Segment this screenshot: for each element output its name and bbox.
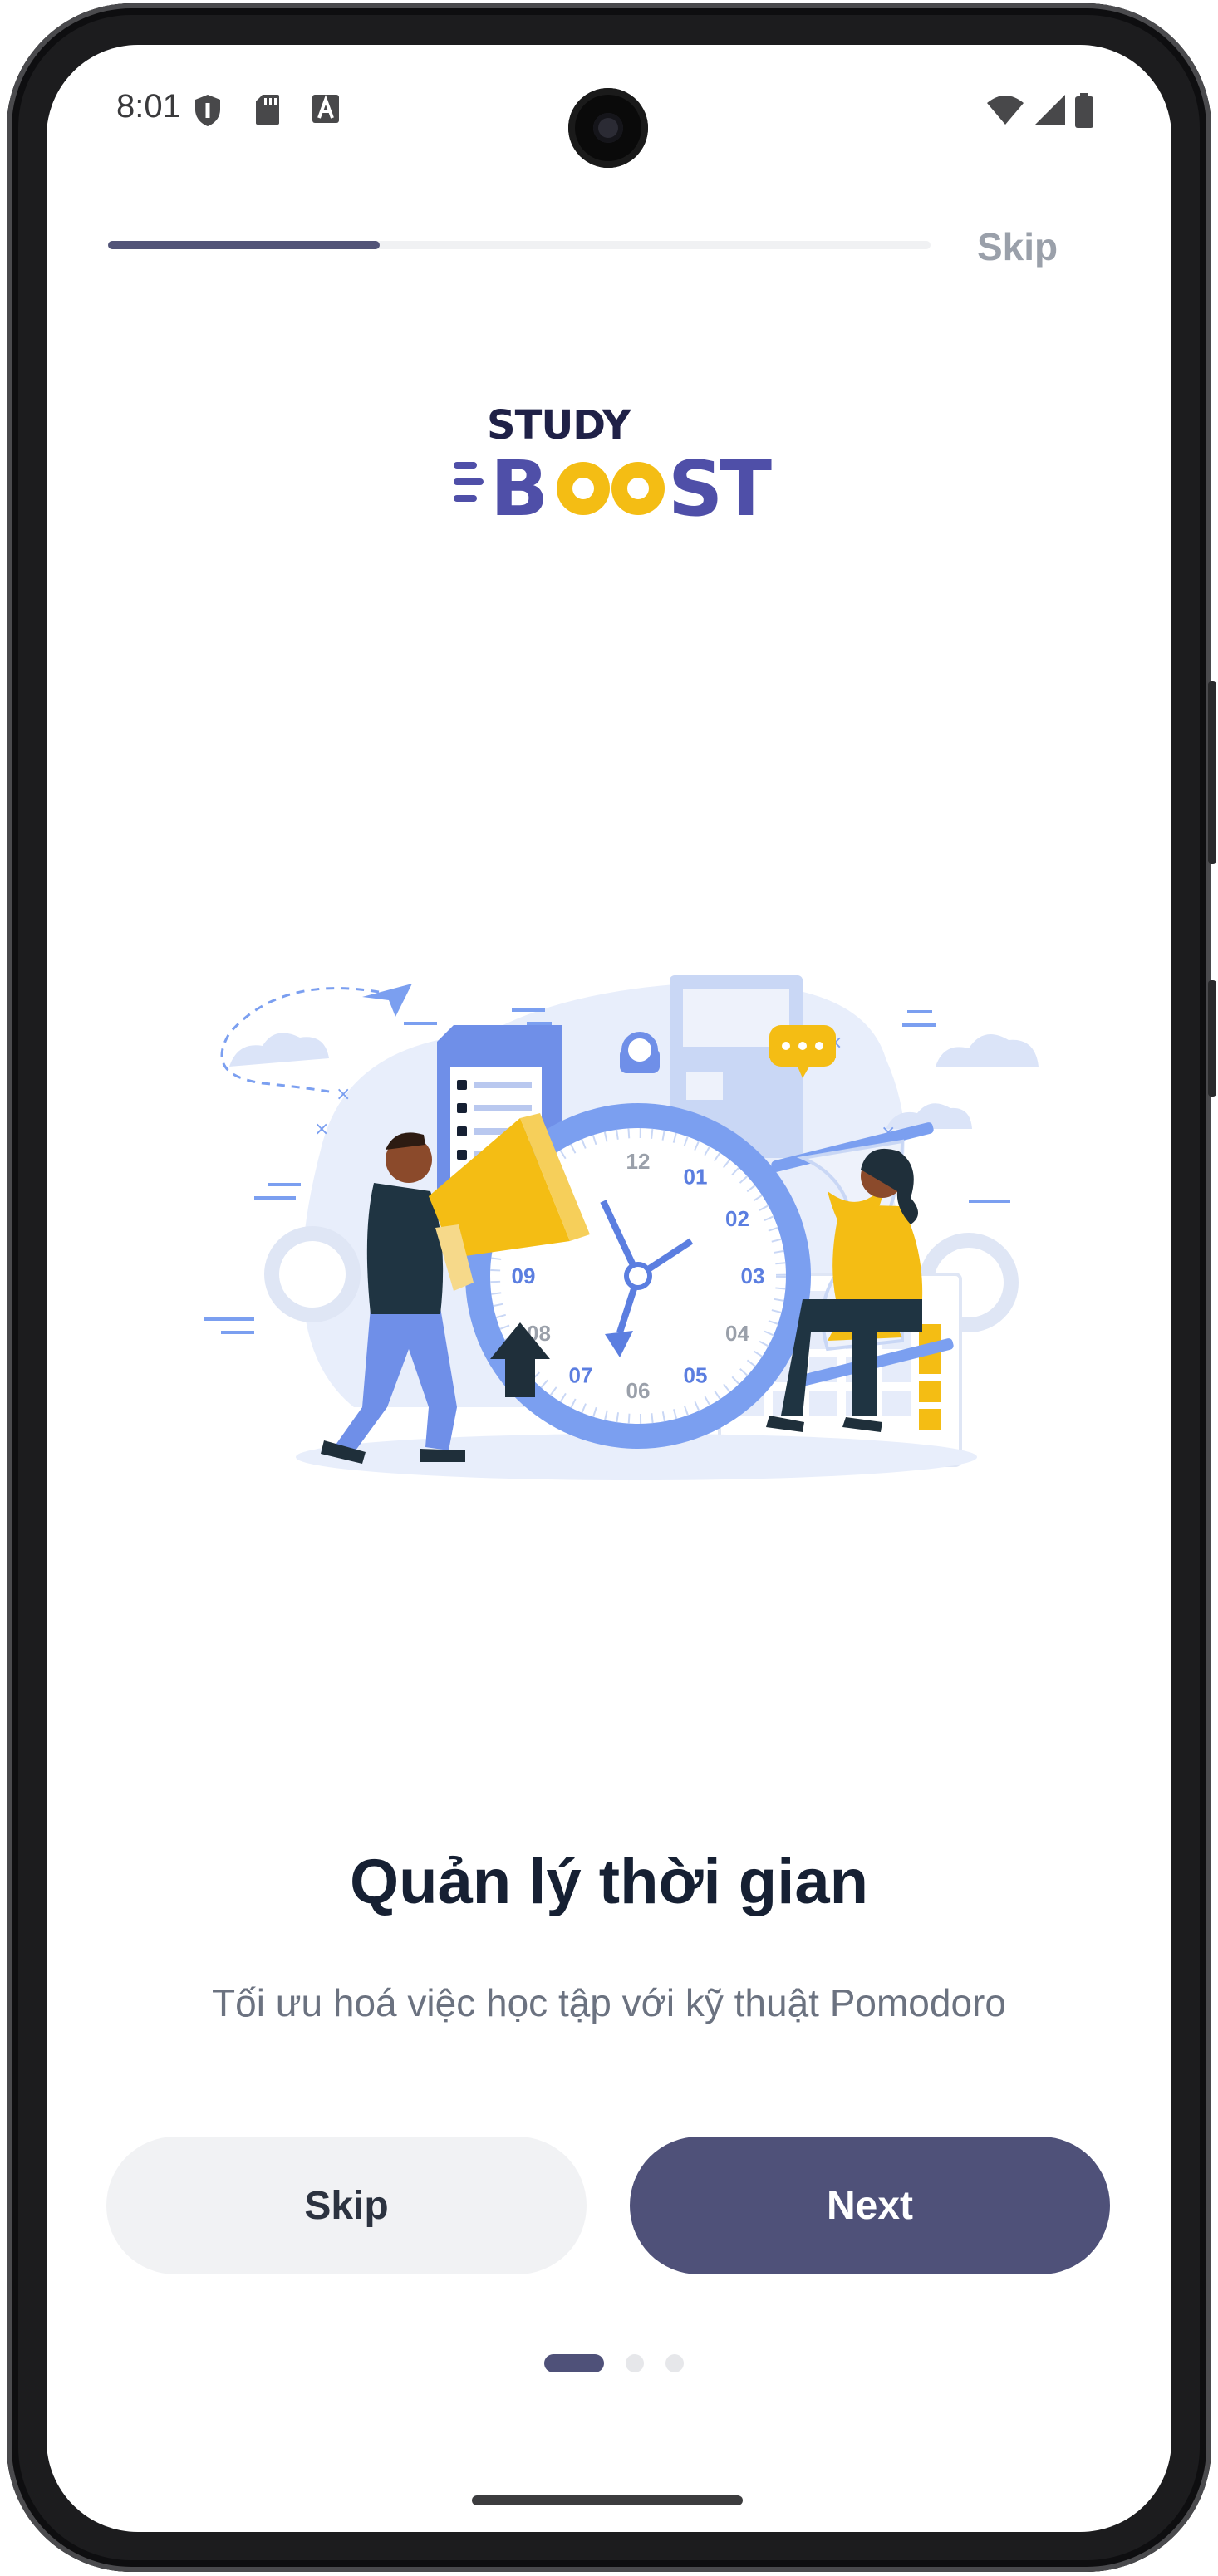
clock-number: 04: [725, 1321, 749, 1346]
clock-number: 06: [626, 1378, 651, 1403]
page-dot: [665, 2354, 684, 2372]
power-button: [1208, 681, 1216, 864]
page-dot-active: [544, 2354, 604, 2372]
clock-number: 09: [512, 1263, 536, 1288]
shield-icon: [193, 93, 223, 132]
clock-number: 07: [569, 1363, 593, 1388]
svg-text:×: ×: [314, 1119, 329, 1140]
page-dot: [626, 2354, 644, 2372]
top-skip-link[interactable]: Skip: [977, 224, 1058, 269]
logo-speed-line: [454, 478, 484, 485]
logo-boost-wordmark: B ST: [490, 444, 773, 533]
clock-number: 01: [684, 1165, 708, 1190]
status-time: 8:01: [116, 88, 181, 125]
onboarding-title: Quản lý thời gian: [349, 1847, 869, 1917]
svg-text:ST: ST: [668, 444, 772, 533]
status-bar: 8:01: [47, 45, 1171, 178]
sd-card-icon: [254, 93, 281, 130]
clock-number: 12: [626, 1149, 651, 1174]
clock-number: 03: [741, 1263, 765, 1288]
wifi-icon: [985, 93, 1025, 130]
front-camera: [568, 88, 648, 168]
home-indicator[interactable]: [472, 2495, 743, 2505]
signal-icon: [1034, 93, 1067, 130]
svg-text:B: B: [490, 444, 545, 533]
phone-frame: 8:01 Skip STUDY B ST × × 12 01 02 03 04 …: [0, 0, 1218, 2576]
svg-text:×: ×: [336, 1084, 351, 1105]
onboarding-progress-bar: [108, 241, 931, 249]
logo-speed-line: [454, 495, 477, 502]
progress-fill: [108, 241, 380, 249]
skip-button[interactable]: Skip: [106, 2137, 587, 2274]
next-button[interactable]: Next: [630, 2137, 1110, 2274]
studyboost-logo: STUDY B ST: [454, 402, 773, 533]
onboarding-subtitle: Tối ưu hoá việc học tập với kỹ thuật Pom…: [212, 1981, 1006, 2024]
clock-number: 02: [725, 1206, 749, 1231]
volume-button: [1208, 980, 1216, 1097]
battery-icon: [1073, 93, 1095, 134]
time-management-illustration: × × × ×: [204, 975, 1039, 1480]
clock-number: 05: [684, 1363, 708, 1388]
logo-speed-line: [454, 462, 477, 469]
font-icon: [311, 93, 341, 130]
screen: 8:01 Skip STUDY B ST × × 12 01 02 03 04 …: [47, 45, 1171, 2532]
